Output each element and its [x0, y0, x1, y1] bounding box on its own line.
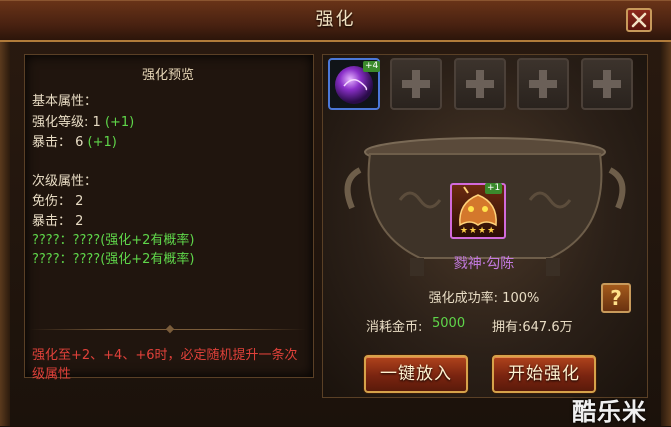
window-edge-left [0, 40, 10, 426]
hero-card-slot[interactable]: +1 ★★★★ [450, 183, 506, 239]
help-button[interactable]: ? [601, 283, 631, 313]
auto-fill-button[interactable]: 一键放入 [364, 355, 468, 393]
hero-name: 戮神·勾陈 [453, 256, 515, 272]
crit-label: 暴击： 6 [32, 135, 84, 150]
secondary-attributes-header: 次级属性： [32, 174, 98, 189]
material-slot-filled[interactable]: +4 [328, 58, 381, 110]
gold-cost-value: 5000 [432, 316, 466, 331]
material-slot-empty[interactable] [390, 58, 442, 110]
material-slot-empty[interactable] [581, 58, 633, 110]
window-title: 强化 [315, 9, 356, 30]
item-level-badge: +4 [363, 61, 381, 72]
window-edge-right [661, 40, 671, 426]
enhance-level-row: 强化等级: 1 (+1) [32, 111, 134, 130]
hero-level-badge: +1 [485, 183, 503, 194]
unknown-attribute-row: ????：????(强化+2有概率) [32, 233, 195, 248]
crit-row: 暴击： 6 (+1) [32, 131, 117, 150]
hero-stars: ★★★★ [459, 226, 497, 236]
unknown-attribute-row: ????：????(强化+2有概率) [32, 252, 195, 267]
enhance-note: 强化至+2、+4、+6时，必定随机提升一条次级属性 [32, 348, 298, 382]
success-rate: 强化成功率: 100% [428, 291, 540, 306]
secondary-crit-row: 暴击： 2 [32, 214, 84, 229]
divider-ornament-icon: ◆ [165, 322, 175, 335]
close-button[interactable] [626, 8, 652, 32]
material-slot-empty[interactable] [517, 58, 569, 110]
damage-reduction-row: 免伤： 2 [32, 194, 84, 209]
watermark: 酷乐米 [572, 398, 647, 426]
start-enhance-button[interactable]: 开始强化 [492, 355, 596, 393]
gold-owned: 拥有:647.6万 [492, 320, 573, 335]
enhance-level-bonus: (+1) [104, 115, 135, 130]
basic-attributes-header: 基本属性： [32, 94, 98, 109]
close-icon [631, 12, 647, 28]
preview-title: 强化预览 [141, 68, 194, 83]
enhance-level-label: 强化等级: 1 [32, 115, 101, 130]
crit-bonus: (+1) [87, 135, 117, 150]
material-slot-empty[interactable] [454, 58, 506, 110]
gold-cost-label: 消耗金币: [366, 320, 423, 335]
